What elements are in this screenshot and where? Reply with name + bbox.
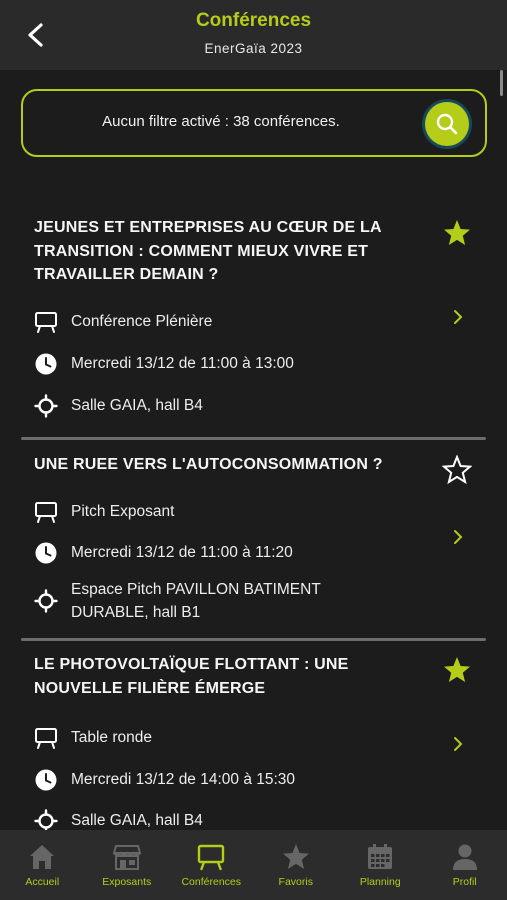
conference-location: Salle GAIA, hall B4	[71, 812, 203, 829]
conference-title: UNE RUEE VERS L'AUTOCONSOMMATION ?	[34, 456, 383, 473]
tab-label: Conférences	[181, 876, 242, 888]
conference-schedule: Mercredi 13/12 de 11:00 à 13:00	[71, 355, 294, 372]
conference-card[interactable]: LE PHOTOVOLTAÏQUE FLOTTANT : UNE NOUVELL…	[21, 652, 486, 830]
chevron-right-icon[interactable]	[452, 735, 464, 753]
conference-title: JEUNES ET ENTREPRISES AU CŒUR DE LA TRAN…	[34, 219, 382, 283]
conference-location: Espace Pitch PAVILLON BATIMENT DURABLE, …	[71, 581, 321, 621]
filter-bar[interactable]: Aucun filtre activé : 38 conférences.	[21, 89, 487, 157]
conference-time-row: Mercredi 13/12 de 14:00 à 15:30	[34, 768, 295, 792]
location-target-icon	[34, 809, 58, 830]
presentation-icon	[198, 844, 225, 871]
favorite-star-icon[interactable]	[442, 218, 472, 248]
clock-icon	[35, 353, 57, 375]
divider	[21, 638, 486, 641]
store-icon	[112, 845, 142, 870]
tab-conferences[interactable]: Conférences	[169, 830, 254, 900]
conference-time-row: Mercredi 13/12 de 11:00 à 13:00	[34, 352, 294, 376]
conference-type: Conférence Plénière	[71, 313, 213, 330]
chevron-right-icon[interactable]	[452, 308, 464, 326]
tab-label: Accueil	[25, 876, 60, 888]
clock-icon	[35, 769, 57, 791]
scrollbar[interactable]	[500, 70, 503, 96]
tab-accueil[interactable]: Accueil	[0, 830, 85, 900]
tab-profil[interactable]: Profil	[423, 830, 507, 900]
conference-location: Salle GAIA, hall B4	[71, 397, 203, 414]
conference-schedule: Mercredi 13/12 de 11:00 à 11:20	[71, 544, 293, 561]
location-target-icon	[34, 394, 58, 418]
tab-exposants[interactable]: Exposants	[85, 830, 170, 900]
tab-label: Exposants	[102, 876, 152, 888]
conference-schedule: Mercredi 13/12 de 14:00 à 15:30	[71, 771, 296, 788]
conference-location-row: Espace Pitch PAVILLON BATIMENT DURABLE, …	[34, 578, 384, 624]
conference-card[interactable]: JEUNES ET ENTREPRISES AU CŒUR DE LA TRAN…	[21, 212, 486, 442]
conference-type: Table ronde	[71, 729, 153, 746]
conference-location-row: Salle GAIA, hall B4	[34, 394, 203, 418]
tab-planning[interactable]: Planning	[338, 830, 423, 900]
tab-label: Profil	[452, 876, 477, 888]
star-icon	[282, 844, 309, 869]
chevron-right-icon[interactable]	[452, 528, 464, 546]
conference-type-row: Pitch Exposant	[34, 500, 174, 524]
presentation-board-icon	[35, 312, 57, 333]
filter-status-text: Aucun filtre activé : 38 conférences.	[102, 113, 340, 130]
search-icon	[436, 113, 458, 135]
conference-type-row: Conférence Plénière	[34, 310, 212, 334]
bottom-tab-bar: Accueil Exposants Conférences Favoris Pl…	[0, 830, 507, 900]
page-title: Conférences	[195, 10, 312, 31]
person-icon	[452, 844, 477, 870]
home-icon	[30, 845, 55, 869]
page-subtitle: EnerGaïa 2023	[204, 41, 303, 56]
clock-icon	[35, 542, 57, 564]
app-header: Conférences EnerGaïa 2023	[0, 0, 507, 70]
conference-card[interactable]: UNE RUEE VERS L'AUTOCONSOMMATION ? Pitch…	[21, 450, 486, 645]
search-button[interactable]	[425, 102, 469, 146]
conference-title: LE PHOTOVOLTAÏQUE FLOTTANT : UNE NOUVELL…	[34, 656, 349, 697]
conference-location-row: Salle GAIA, hall B4	[34, 809, 203, 830]
favorite-star-icon[interactable]	[442, 655, 472, 685]
conference-type-row: Table ronde	[34, 726, 152, 750]
tab-favoris[interactable]: Favoris	[254, 830, 339, 900]
conference-type: Pitch Exposant	[71, 503, 175, 520]
location-target-icon	[34, 589, 58, 613]
favorite-star-outline-icon[interactable]	[442, 455, 472, 485]
presentation-board-icon	[35, 728, 57, 749]
tab-label: Planning	[359, 876, 401, 888]
divider	[21, 437, 486, 440]
calendar-icon	[368, 844, 393, 869]
conference-time-row: Mercredi 13/12 de 11:00 à 11:20	[34, 541, 293, 565]
tab-label: Favoris	[278, 876, 313, 888]
presentation-board-icon	[35, 502, 57, 523]
